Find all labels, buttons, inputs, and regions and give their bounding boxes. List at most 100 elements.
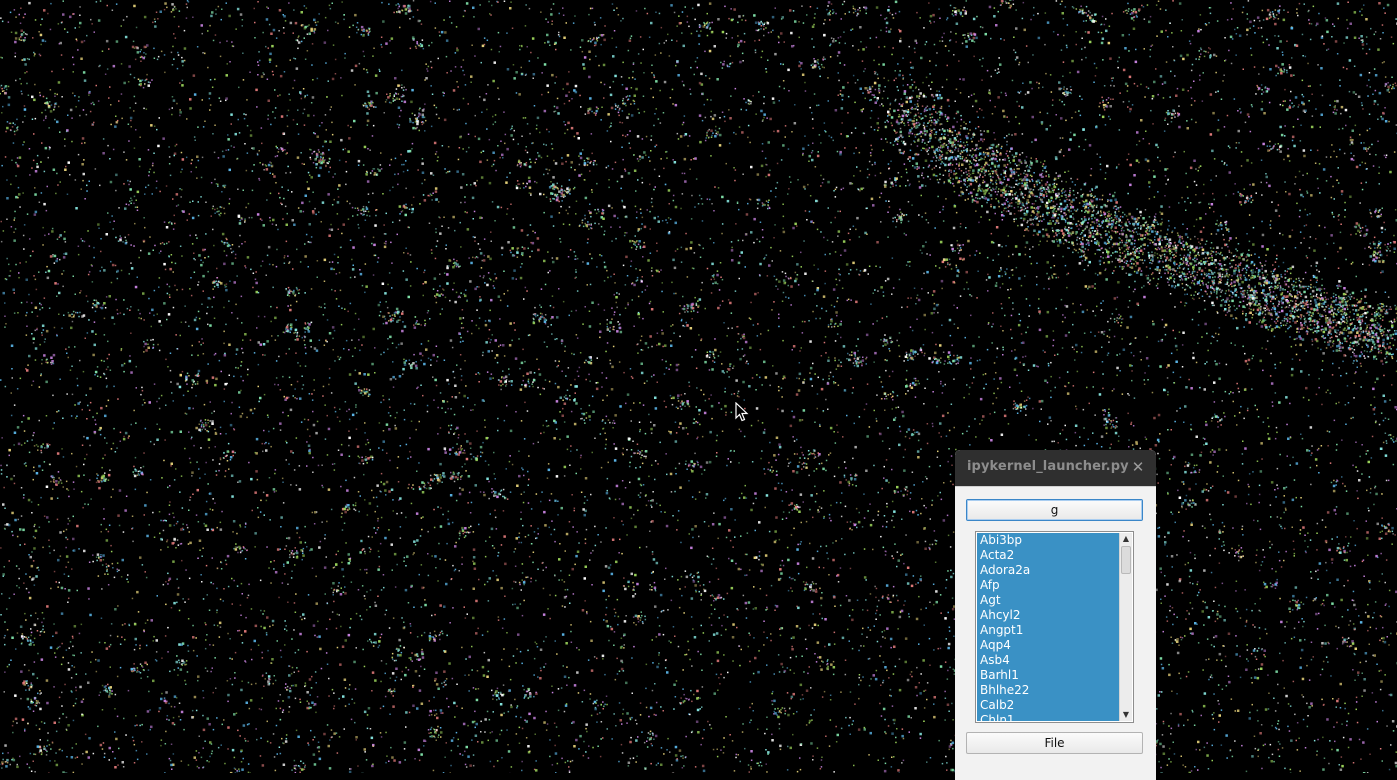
- transcript-dot: [755, 530, 757, 532]
- transcript-dot: [1366, 450, 1368, 452]
- transcript-dot: [142, 564, 144, 566]
- transcript-dot: [157, 145, 160, 148]
- transcript-dot: [1319, 225, 1321, 227]
- transcript-dot: [1038, 244, 1040, 246]
- transcript-dot: [1073, 385, 1075, 387]
- transcript-dot: [633, 514, 635, 516]
- transcript-dot: [380, 681, 382, 683]
- transcript-dot: [903, 360, 905, 362]
- transcript-dot: [12, 535, 14, 537]
- transcript-dot: [1284, 135, 1286, 137]
- transcript-dot: [575, 739, 578, 742]
- transcript-dot: [0, 614, 2, 616]
- transcript-dot: [144, 16, 147, 18]
- transcript-dot: [1133, 174, 1136, 177]
- transcript-dot: [33, 338, 36, 341]
- transcript-dot: [782, 204, 784, 206]
- transcript-dot: [196, 317, 198, 319]
- transcript-dot: [847, 112, 849, 114]
- transcript-dot: [371, 690, 373, 692]
- transcript-dot: [778, 654, 780, 656]
- transcript-dot: [555, 752, 558, 755]
- transcript-dot: [337, 614, 339, 616]
- transcript-dot: [553, 160, 555, 162]
- transcript-dot: [400, 526, 402, 528]
- transcript-dot: [947, 570, 949, 572]
- transcript-dot: [616, 7, 618, 8]
- transcript-dot: [80, 290, 82, 292]
- transcript-dot: [1380, 38, 1382, 40]
- transcript-dot: [389, 460, 391, 462]
- transcript-dot: [217, 625, 219, 627]
- transcript-dot: [196, 328, 199, 331]
- transcript-dot: [41, 334, 43, 336]
- transcript-dot: [848, 299, 850, 301]
- transcript-dot: [727, 200, 730, 203]
- transcript-dot: [180, 431, 183, 434]
- transcript-dot: [343, 19, 345, 21]
- transcript-dot: [1126, 326, 1129, 329]
- transcript-dot: [864, 548, 866, 550]
- transcript-dot: [275, 469, 277, 471]
- transcript-dot: [1186, 54, 1189, 57]
- transcript-dot: [500, 141, 502, 143]
- transcript-dot: [791, 638, 793, 640]
- transcript-dot: [501, 659, 503, 661]
- transcript-dot: [727, 672, 729, 674]
- transcript-dot: [739, 429, 741, 431]
- transcript-dot: [333, 732, 336, 735]
- transcript-dot: [1310, 236, 1312, 238]
- transcript-dot: [502, 628, 504, 630]
- transcript-dot: [1205, 421, 1207, 423]
- transcript-dot: [672, 515, 674, 517]
- transcript-dot: [1163, 631, 1165, 633]
- transcript-dot: [580, 408, 582, 410]
- transcript-dot: [55, 632, 58, 635]
- transcript-dot: [168, 241, 170, 243]
- transcript-dot: [427, 70, 429, 72]
- transcript-dot: [201, 24, 204, 27]
- transcript-dot: [195, 140, 197, 142]
- transcript-dot: [368, 536, 370, 538]
- transcript-dot: [113, 428, 115, 430]
- transcript-dot: [906, 265, 908, 267]
- transcript-dot: [1127, 90, 1129, 92]
- transcript-dot: [1180, 301, 1182, 303]
- transcript-dot: [1384, 641, 1387, 644]
- transcript-dot: [381, 46, 383, 48]
- transcript-dot: [42, 227, 44, 229]
- transcript-dot: [1259, 627, 1261, 629]
- transcript-dot: [655, 460, 657, 462]
- spatial-image-canvas[interactable]: [0, 0, 1397, 773]
- transcript-dot: [73, 64, 75, 65]
- transcript-dot: [1312, 344, 1314, 346]
- transcript-dot: [665, 219, 667, 221]
- transcript-dot: [1201, 336, 1203, 338]
- transcript-dot: [1055, 387, 1057, 389]
- transcript-dot: [114, 608, 117, 611]
- transcript-dot: [570, 445, 572, 447]
- transcript-dot: [293, 58, 295, 60]
- transcript-dot: [72, 57, 74, 59]
- transcript-dot: [27, 58, 29, 60]
- transcript-dot: [1375, 90, 1377, 92]
- transcript-dot: [713, 633, 716, 636]
- transcript-dot: [1119, 92, 1121, 94]
- transcript-dot: [994, 412, 996, 414]
- transcript-dot: [930, 179, 932, 181]
- transcript-dot: [563, 121, 565, 123]
- transcript-dot: [174, 479, 176, 481]
- transcript-dot: [1083, 427, 1085, 429]
- transcript-dot: [777, 163, 779, 165]
- transcript-dot: [1241, 151, 1243, 153]
- transcript-dot: [569, 603, 571, 605]
- transcript-dot: [33, 536, 35, 538]
- transcript-dot: [35, 575, 38, 578]
- transcript-dot: [310, 694, 312, 696]
- transcript-dot: [232, 531, 234, 533]
- transcript-dot: [203, 126, 205, 128]
- transcript-dot: [1, 593, 3, 595]
- transcript-dot: [1070, 132, 1072, 134]
- transcript-dot: [355, 313, 357, 315]
- transcript-dot: [540, 433, 542, 435]
